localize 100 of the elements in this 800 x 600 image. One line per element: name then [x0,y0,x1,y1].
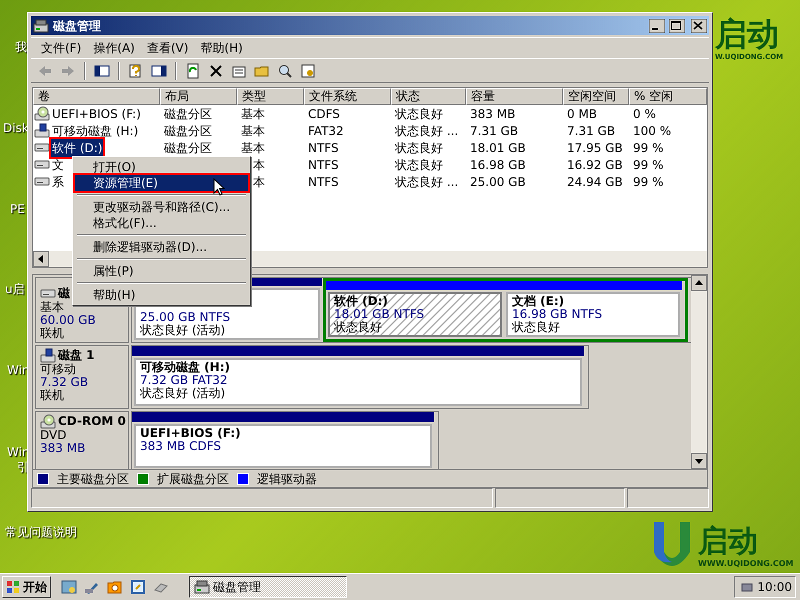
maximize-button[interactable] [669,18,685,32]
table-cell-text: FAT32 [308,122,344,140]
logo-url: WWW.UQIDONG.COM [698,558,794,570]
partition-status: 状态良好 (活动) [140,387,226,400]
window-title: 磁盘管理 [53,18,102,34]
column-header[interactable]: 状态 [391,88,466,105]
partition-block[interactable]: 可移动磁盘 (H:) 7.32 GB FAT32 状态良好 (活动) [134,358,582,406]
disk-type: 可移动 [40,363,76,376]
table-cell-text: 99 % [633,156,664,174]
partition-size: 25.00 GB NTFS [140,311,230,324]
vertical-scrollbar[interactable] [691,275,707,469]
split-pane-icon[interactable] [151,62,167,78]
table-cell-text: 基本 [241,106,265,122]
disk-name: CD-ROM 0 [58,415,126,428]
context-menu-item[interactable]: 打开(O) [75,159,248,175]
disk-size: 383 MB [40,442,86,455]
partition-status: 状态良好 [512,321,560,334]
volume-name[interactable]: 软件 (D:) [51,138,104,156]
disk-type: 基本 [40,301,64,314]
picture-icon[interactable] [61,579,77,595]
disk-name: 磁盘 1 [58,349,95,362]
legend-label: 扩展磁盘分区 [157,470,229,488]
table-cell-text: 状态良好 ... [395,174,458,190]
table-cell-text: 磁盘分区 [164,140,212,156]
window-frame-icon[interactable] [130,579,146,595]
logo-text: 启动 [715,16,779,52]
volume-name[interactable]: UEFI+BIOS (F:) [51,104,142,122]
table-cell-text: 状态良好 [395,106,443,122]
partition-name: 软件 (D:) [334,295,388,308]
table-cell-text: 磁盘分区 [164,106,212,122]
windows-logo-icon [6,580,20,594]
disk-management-icon [194,580,210,594]
column-header[interactable]: 布局 [160,88,237,105]
table-cell-text: 本 [253,156,265,174]
context-menu-item[interactable]: 删除逻辑驱动器(D)... [75,239,248,255]
menu-item[interactable]: 帮助(H) [194,39,249,57]
disk-status: 联机 [40,389,64,402]
table-cell-text: CDFS [308,106,340,122]
table-cell-text: 99 % [633,174,664,190]
partition-size: 383 MB CDFS [140,440,222,453]
close-button[interactable] [691,18,707,32]
disk-status: 联机 [40,327,64,340]
refresh-icon[interactable] [185,62,201,78]
partition-name: UEFI+BIOS (F:) [140,427,241,440]
table-cell-text: 16.92 GB [567,156,623,174]
split-pane-icon[interactable] [94,62,110,78]
table-cell-text: 磁盘分区 [164,122,212,140]
magnifier-icon[interactable] [277,62,293,78]
disk-size: 60.00 GB [40,314,96,327]
partition-block[interactable]: 软件 (D:) 18.01 GB NTFS 状态良好 [328,292,502,337]
table-cell-text: 99 % [633,140,664,156]
menu-item[interactable]: 文件(F) [35,39,88,57]
column-header[interactable]: 卷 [33,88,160,105]
taskbar-button[interactable]: 磁盘管理 [189,576,347,598]
minimize-button[interactable] [649,18,665,32]
partition-block[interactable]: 文档 (E:) 16.98 GB NTFS 状态良好 [506,292,680,337]
clock: 10:00 [757,579,792,596]
disk-size: 7.32 GB [40,376,88,389]
partition-status: 状态良好 [334,321,382,334]
table-cell-text: 0 % [633,106,656,122]
menu-item[interactable]: 查看(V) [140,39,194,57]
context-menu-item[interactable]: 格式化(F)... [75,215,248,231]
partition-name: 文档 (E:) [512,295,564,308]
disk-management-icon [33,18,49,32]
table-cell-text: 383 MB [470,106,516,122]
delete-icon[interactable] [208,62,224,78]
column-header[interactable]: % 空闲 [629,88,707,105]
table-cell-text: 16.98 GB [470,156,526,174]
table-cell-text: 17.95 GB [567,140,623,156]
folder-search-icon[interactable] [107,579,123,595]
column-header[interactable]: 文件系统 [304,88,391,105]
table-cell-text: 本 [253,174,265,190]
disk-name: 磁 [58,287,70,300]
menu-item[interactable]: 操作(A) [87,39,141,57]
table-cell-text: 状态良好 [395,140,443,156]
column-header[interactable]: 容量 [466,88,563,105]
table-cell-text: 7.31 GB [567,122,616,140]
partition-status: 状态良好 (活动) [140,324,226,337]
table-cell-text: NTFS [308,174,339,190]
table-cell-text: 7.31 GB [470,122,518,140]
table-cell-text: 18.01 GB [470,140,526,156]
legend-label: 逻辑驱动器 [257,470,317,488]
removable-drive-icon [40,348,56,363]
volume-name[interactable]: 可移动磁盘 (H:) [51,122,140,140]
cd-drive-icon [40,414,56,429]
partition-block[interactable]: UEFI+BIOS (F:) 383 MB CDFS [134,424,432,468]
table-cell-text: NTFS [308,156,339,174]
volume-name[interactable]: 系 [51,172,65,190]
context-menu-item[interactable]: 属性(P) [75,263,248,279]
start-button[interactable]: 开始 [2,576,51,598]
table-cell-text: 0 MB [567,106,598,122]
partition-size: 16.98 GB NTFS [512,308,602,321]
partition-size: 7.32 GB FAT32 [140,374,228,387]
column-header[interactable]: 类型 [237,88,304,105]
context-menu-item[interactable]: 更改驱动器号和路径(C)... [75,199,248,215]
volume-name[interactable]: 文 [51,156,65,174]
legend-label: 主要磁盘分区 [57,470,129,488]
context-menu-item[interactable]: 资源管理(E) [75,175,248,191]
column-header[interactable]: 空闲空间 [563,88,629,105]
partition-name: 可移动磁盘 (H:) [140,361,230,374]
